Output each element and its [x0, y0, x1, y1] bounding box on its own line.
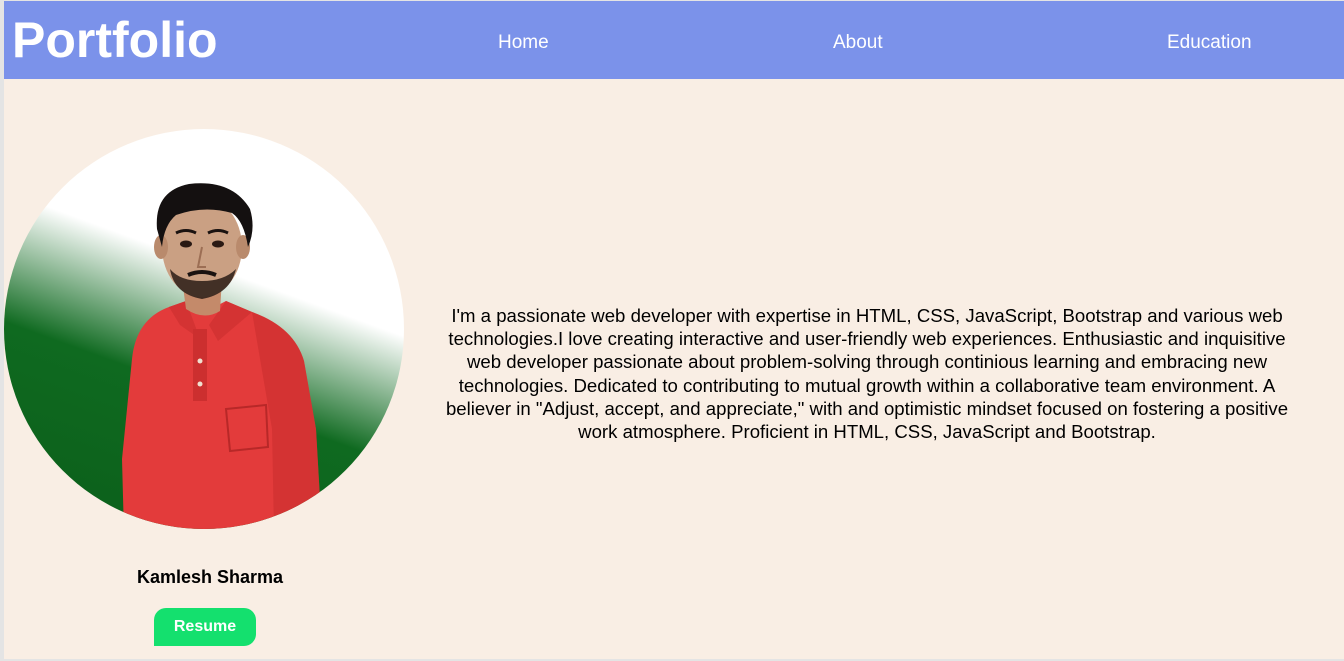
resume-button[interactable]: Resume	[154, 608, 256, 646]
about-paragraph: I'm a passionate web developer with expe…	[445, 305, 1289, 443]
nav-education-link[interactable]: Education	[1167, 32, 1252, 54]
nav-about-link[interactable]: About	[833, 32, 883, 54]
page: Portfolio Home About Education Kamlesh S…	[4, 1, 1344, 659]
brand-title[interactable]: Portfolio	[12, 11, 218, 69]
nav-home-link[interactable]: Home	[498, 32, 549, 54]
navbar: Portfolio Home About Education	[4, 1, 1344, 79]
profile-photo	[4, 129, 404, 529]
person-illustration	[122, 183, 322, 529]
profile-name: Kamlesh Sharma	[136, 567, 284, 587]
